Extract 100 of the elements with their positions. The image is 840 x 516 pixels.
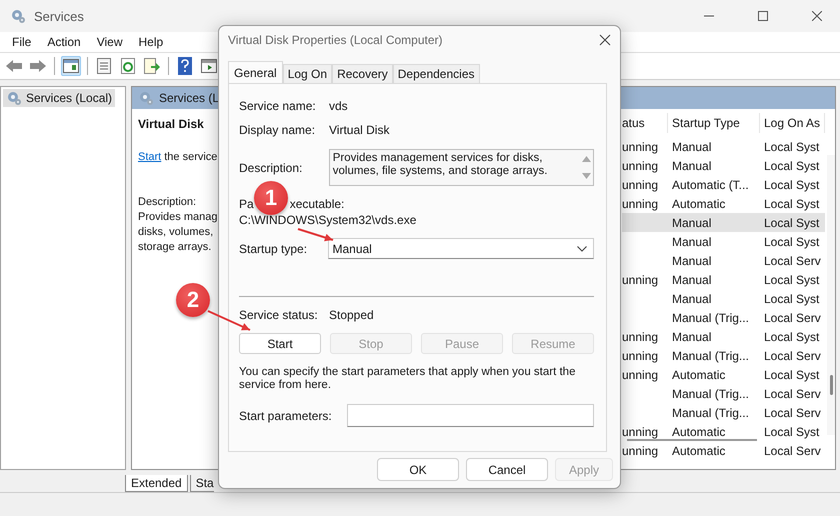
field-label: Start parameters: [239, 408, 333, 422]
column-header[interactable]: Log On As [760, 113, 825, 133]
close-icon [599, 34, 611, 46]
table-row[interactable]: Manual Local Syst [622, 289, 825, 308]
menu-item[interactable]: View [88, 32, 130, 52]
table-row[interactable]: unning Manual Local Syst [622, 137, 825, 156]
menu-item[interactable]: Action [39, 32, 89, 52]
start-parameters-field[interactable] [346, 404, 594, 427]
field-label: xecutable: [290, 197, 344, 211]
startup-type-cell-text: Manual [671, 272, 712, 286]
scrollbar[interactable] [827, 155, 835, 435]
dialog-tab[interactable]: Recovery [332, 64, 393, 83]
field-label: Description: [239, 160, 304, 174]
dialog-button[interactable]: Cancel [466, 458, 548, 481]
log-on-cell-text: Local Syst [763, 292, 820, 306]
table-row[interactable]: unning Automatic Local Syst [622, 194, 825, 213]
service-title: Virtual Disk [138, 117, 204, 132]
dialog-tab[interactable]: Log On [282, 64, 332, 83]
table-row[interactable]: Manual (Trig... Local Serv [622, 384, 825, 403]
status-cell-text: unning [622, 196, 660, 210]
log-on-cell-text: Local Syst [763, 368, 820, 382]
view-tab[interactable]: Extended [125, 475, 188, 492]
status-cell-text: unning [622, 444, 660, 458]
minimize-icon [704, 15, 714, 17]
field-label: Service name: [239, 99, 317, 113]
startup-type-cell-text: Automatic [671, 368, 726, 382]
pane-title: Services (L [159, 91, 220, 105]
dialog-button[interactable]: OK [377, 458, 459, 481]
status-cell-text: unning [622, 158, 660, 172]
description-box[interactable]: Provides management services for disks, volumes, file systems, and storage arrays. [328, 149, 594, 186]
table-row[interactable]: unning Manual Local Syst [622, 156, 825, 175]
start-link[interactable]: Start [138, 150, 162, 165]
table-row[interactable]: unning Manual Local Syst [622, 270, 825, 289]
table-row[interactable]: Manual (Trig... Local Serv [622, 403, 825, 422]
startup-type-dropdown[interactable]: Manual [328, 238, 594, 259]
description-label: Description: [138, 195, 196, 210]
log-on-cell-text: Local Serv [763, 310, 822, 324]
scroll-down-icon[interactable] [582, 173, 590, 180]
startup-type-cell-text: Manual [671, 140, 712, 154]
table-row[interactable]: Manual (Trig... Local Serv [622, 308, 825, 327]
table-row[interactable]: unning Manual Local Syst [622, 327, 825, 346]
hint-text: You can specify the start parameters that apply when you start the service from here. [239, 366, 576, 392]
menu-item[interactable]: File [4, 32, 40, 52]
startup-type-cell-text: Manual (Trig... [671, 348, 750, 362]
column-header[interactable]: atus [622, 113, 668, 133]
export-button[interactable] [142, 56, 162, 76]
tree-toggle-button[interactable] [61, 56, 81, 76]
refresh-button[interactable] [118, 56, 138, 76]
log-on-cell-text: Local Serv [763, 406, 822, 420]
table-row[interactable]: Manual Local Serv [622, 251, 825, 270]
table-row[interactable]: unning Automatic Local Syst [622, 365, 825, 384]
description-text: storage arrays. [138, 240, 212, 255]
status-cell-text: unning [622, 424, 660, 438]
log-on-cell-text: Local Serv [763, 386, 822, 400]
field-value: Virtual Disk [329, 123, 390, 137]
scroll-up-icon[interactable] [582, 156, 590, 162]
table-row[interactable]: unning Automatic (T... Local Syst [622, 175, 825, 194]
gear-icon [6, 90, 22, 106]
field-value: Stopped [329, 308, 374, 322]
table-row[interactable]: Manual Local Syst [622, 232, 825, 251]
column-header[interactable]: Startup Type [668, 113, 760, 133]
startup-type-cell-text: Automatic [671, 444, 726, 458]
table-row[interactable]: unning Automatic Local Serv [622, 441, 825, 460]
dialog-title: Virtual Disk Properties (Local Computer) [228, 33, 444, 47]
status-cell-text: unning [622, 140, 660, 154]
log-on-cell-text: Local Syst [763, 140, 820, 154]
log-on-cell-text: Local Syst [763, 330, 820, 344]
startup-type-cell-text: Manual (Trig... [671, 386, 750, 400]
log-on-cell-text: Local Syst [763, 158, 820, 172]
chevron-down-icon [577, 246, 587, 252]
gear-icon [138, 90, 154, 106]
table-row[interactable]: unning Automatic Local Syst [622, 422, 825, 441]
service-button[interactable]: Start [239, 333, 321, 354]
description-text: disks, volumes, [138, 225, 214, 240]
startup-type-cell-text: Manual [671, 158, 712, 172]
dialog-tab[interactable]: Dependencies [392, 64, 480, 83]
play-view-button[interactable] [199, 56, 219, 76]
log-on-cell-text: Local Syst [763, 216, 820, 230]
description-text: Provides manag [138, 210, 218, 225]
status-cell-text: unning [622, 368, 660, 382]
gear-icon [10, 8, 26, 24]
table-row[interactable]: unning Manual (Trig... Local Serv [622, 346, 825, 365]
startup-type-cell-text: Manual [671, 292, 712, 306]
window-title: Services [34, 8, 85, 24]
dialog-tab[interactable]: General [228, 61, 283, 83]
log-on-cell-text: Local Serv [763, 348, 822, 362]
log-on-cell-text: Local Serv [763, 444, 822, 458]
field-label: Service status: [239, 308, 319, 322]
scrollbar-thumb[interactable] [627, 439, 757, 441]
close-icon [812, 11, 822, 21]
field-label: Display name: [239, 123, 316, 137]
tree-item[interactable]: Services (Local) [3, 89, 116, 107]
maximize-icon [758, 11, 768, 21]
view-tab[interactable]: Sta [190, 475, 214, 492]
table-row[interactable]: Manual Local Syst [622, 213, 825, 232]
startup-type-cell-text: Manual [671, 216, 712, 230]
menu-item[interactable]: Help [130, 32, 172, 52]
help-button[interactable] [175, 56, 195, 76]
log-on-cell-text: Local Serv [763, 254, 822, 268]
properties-button[interactable] [94, 56, 114, 76]
